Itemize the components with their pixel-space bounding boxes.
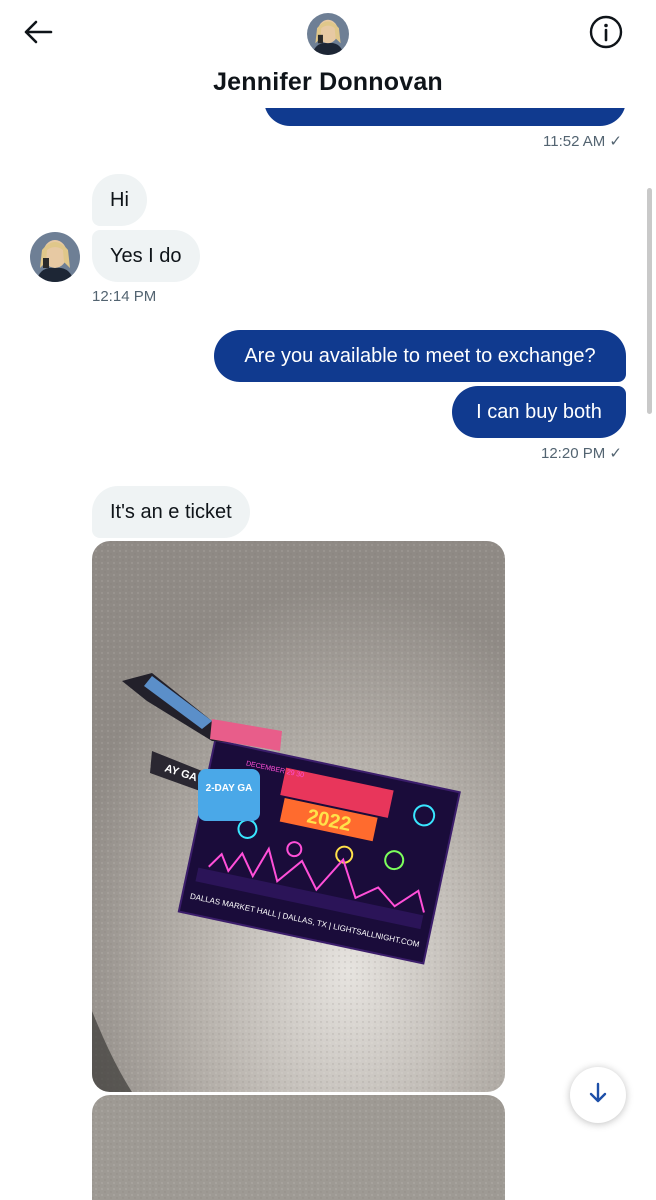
arrow-down-icon	[588, 1082, 608, 1109]
incoming-message[interactable]: Yes I do	[92, 230, 200, 282]
incoming-message[interactable]: It's an e ticket	[92, 486, 250, 538]
message-timestamp: 12:14 PM	[92, 288, 157, 305]
message-timestamp: 12:20 PM ✓	[541, 445, 622, 462]
info-icon	[589, 15, 623, 54]
outgoing-message[interactable]: I can buy both	[452, 386, 626, 438]
ticket-photo[interactable]: 2022 DALLAS MARKET HALL | DALLAS, TX | L…	[92, 541, 505, 1092]
wristband-badge: 2-DAY GA	[206, 783, 253, 794]
outgoing-message[interactable]: Are you available to meet to exchange?	[214, 330, 626, 382]
second-photo[interactable]	[92, 1095, 505, 1200]
arrow-left-icon	[23, 20, 53, 49]
incoming-message[interactable]: Hi	[92, 174, 147, 226]
contact-avatar[interactable]	[30, 232, 80, 282]
contact-name[interactable]: Jennifer Donnovan	[0, 68, 656, 97]
back-button[interactable]	[18, 16, 58, 52]
message-thread[interactable]: 11:52 AM ✓ Hi Yes I do 12:14 PM Are you …	[0, 0, 656, 1200]
message-timestamp: 11:52 AM ✓	[543, 133, 622, 150]
scroll-to-bottom-button[interactable]	[570, 1067, 626, 1123]
header-avatar[interactable]	[307, 13, 349, 55]
conversation-header: Jennifer Donnovan	[0, 0, 656, 108]
info-button[interactable]	[586, 14, 626, 54]
scrollbar[interactable]	[647, 188, 652, 414]
